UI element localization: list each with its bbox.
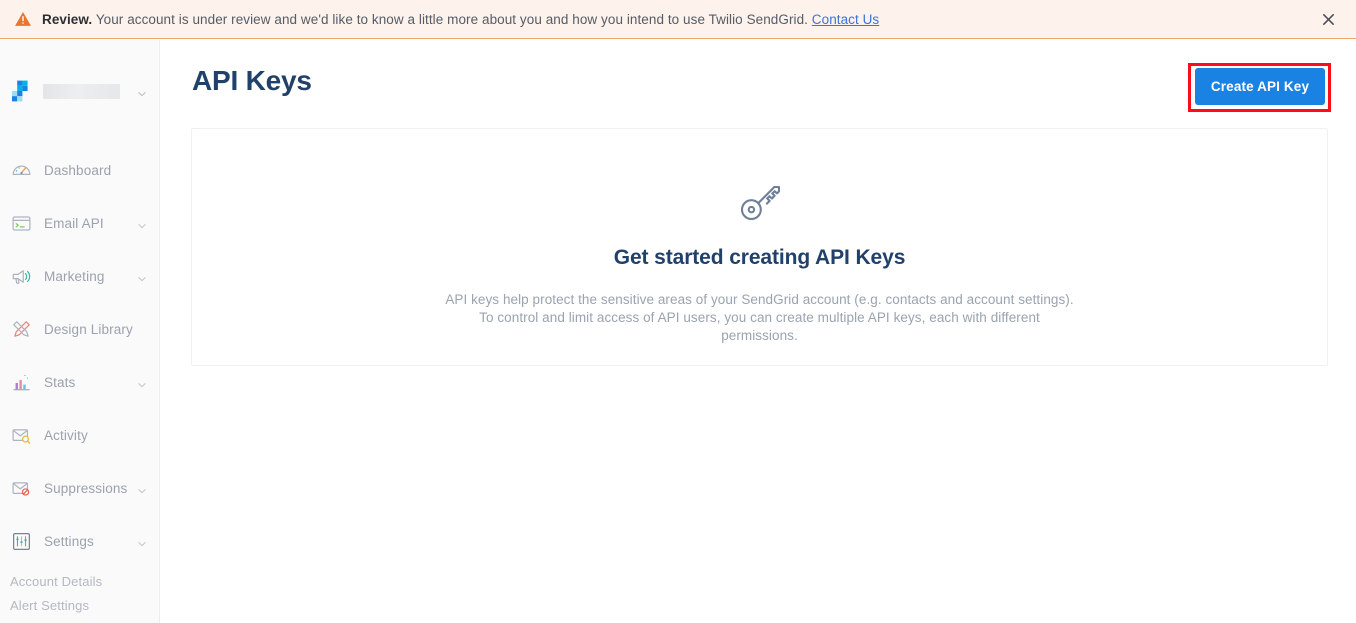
chevron-down-icon	[137, 218, 147, 229]
sendgrid-logo-icon	[10, 80, 32, 102]
main-content: API Keys Create API Key Get started crea…	[160, 40, 1356, 623]
sidebar-item-label: Email API	[44, 215, 104, 231]
sidebar-item-label: Suppressions	[44, 480, 128, 496]
empty-state-description: API keys help protect the sensitive area…	[445, 292, 1074, 344]
gauge-icon	[11, 160, 32, 181]
sidebar-item-label: Design Library	[44, 321, 133, 337]
sliders-icon	[11, 531, 32, 552]
sidebar-item-marketing[interactable]: Marketing	[0, 259, 159, 293]
envelope-blocked-icon	[11, 478, 32, 499]
sidebar-item-label: Dashboard	[44, 162, 112, 178]
envelope-search-icon	[11, 425, 32, 446]
megaphone-icon	[11, 266, 32, 287]
chevron-down-icon	[137, 483, 147, 494]
chevron-down-icon	[137, 271, 147, 282]
page-title: API Keys	[192, 65, 312, 96]
sidebar-item-activity[interactable]: Activity	[0, 418, 159, 452]
contact-us-link[interactable]: Contact Us	[812, 12, 879, 27]
sidebar-item-label: Activity	[44, 427, 88, 443]
close-icon[interactable]	[1318, 9, 1338, 29]
sidebar-subitem-label: Alert Settings	[10, 597, 90, 613]
bar-chart-icon	[11, 372, 32, 393]
sidebar-item-suppressions[interactable]: Suppressions	[0, 471, 159, 505]
empty-state-content: Get started creating API Keys API keys h…	[192, 177, 1327, 346]
sidebar-item-dashboard[interactable]: Dashboard	[0, 153, 159, 187]
chevron-down-icon	[137, 377, 147, 388]
sidebar-item-label: Stats	[44, 374, 76, 390]
account-review-banner: Review. Your account is under review and…	[0, 0, 1356, 39]
banner-message: Review. Your account is under review and…	[42, 12, 879, 27]
sidebar-item-email-api[interactable]: Email API	[0, 206, 159, 240]
terminal-window-icon	[11, 213, 32, 234]
banner-message-body: Your account is under review and we'd li…	[95, 11, 808, 27]
create-api-key-button[interactable]: Create API Key	[1195, 68, 1325, 105]
sidebar-subitem-account-details[interactable]: Account Details	[0, 569, 159, 593]
chevron-down-icon	[137, 536, 147, 547]
sidebar-item-stats[interactable]: Stats	[0, 365, 159, 399]
key-icon	[736, 177, 784, 225]
chevron-down-icon	[137, 86, 147, 97]
empty-state-heading: Get started creating API Keys	[613, 246, 906, 269]
account-name	[43, 83, 120, 99]
sidebar-item-design-library[interactable]: Design Library	[0, 312, 159, 346]
sidebar-item-label: Settings	[44, 533, 94, 549]
warning-triangle-icon	[14, 10, 32, 28]
sidebar: Dashboard Email API Marketing Design Lib…	[0, 40, 160, 623]
sidebar-item-label: Marketing	[44, 268, 105, 284]
banner-message-strong: Review.	[42, 11, 93, 27]
sidebar-subitem-alert-settings[interactable]: Alert Settings	[0, 593, 159, 617]
pencil-ruler-icon	[11, 319, 32, 340]
sidebar-subitem-label: Account Details	[10, 573, 103, 589]
sidebar-item-settings[interactable]: Settings	[0, 524, 159, 558]
api-keys-empty-state-card: Get started creating API Keys API keys h…	[191, 128, 1328, 366]
account-switcher[interactable]	[0, 76, 159, 106]
